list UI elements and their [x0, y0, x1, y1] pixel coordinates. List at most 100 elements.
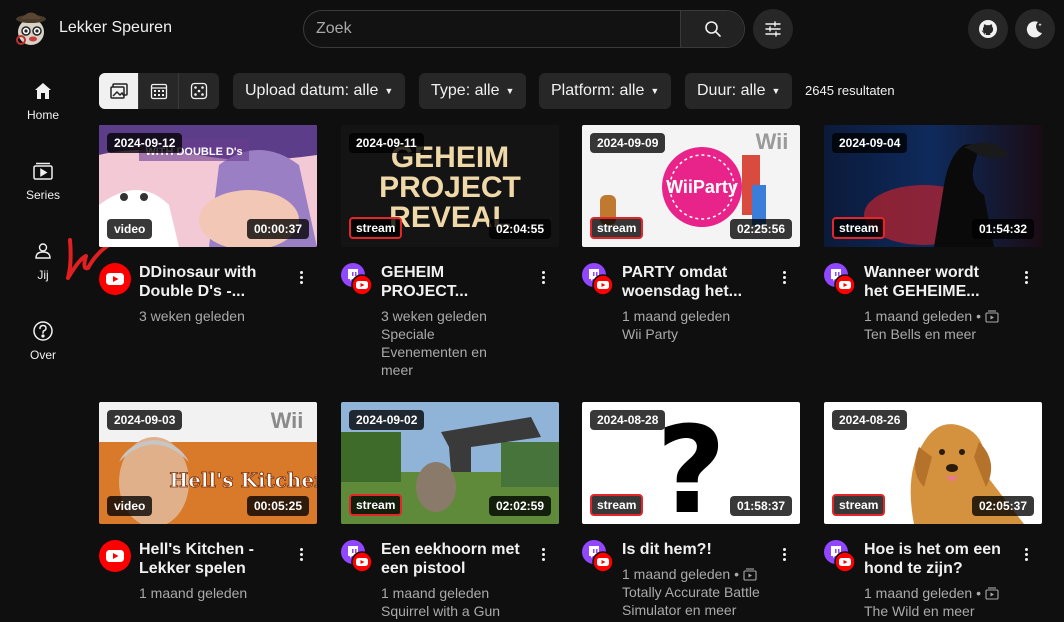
- video-thumbnail[interactable]: GEHEIM PROJECT REVEAL 2024-09-11 stream …: [341, 125, 559, 247]
- video-thumbnail[interactable]: ? 2024-08-28 stream 01:58:37: [582, 402, 800, 524]
- twitch-youtube-icon: [582, 263, 614, 295]
- duration-badge: 00:00:37: [246, 219, 309, 239]
- theme-toggle-button[interactable]: [1015, 9, 1055, 49]
- duration-badge: 02:02:59: [488, 496, 551, 516]
- more-options-button[interactable]: [535, 544, 551, 564]
- more-options-button[interactable]: [293, 544, 309, 564]
- video-info: Is dit hem?! 1 maand geleden • Totally A…: [582, 540, 800, 619]
- platform-filter[interactable]: Platform: alle ▼: [539, 73, 672, 109]
- video-card[interactable]: 2024-09-04 stream 01:54:32 Wanneer wordt…: [824, 125, 1042, 343]
- video-card[interactable]: ? 2024-08-28 stream 01:58:37 Is dit hem?…: [582, 402, 800, 619]
- video-info: GEHEIM PROJECT... 3 weken geleden Special…: [341, 263, 559, 379]
- video-title[interactable]: GEHEIM PROJECT...: [381, 263, 533, 301]
- duration-badge: 02:04:55: [488, 219, 551, 239]
- twitch-youtube-icon: [824, 263, 856, 295]
- video-thumbnail[interactable]: Wii Hell's Kitchen 2024-09-03 video 00:0…: [99, 402, 317, 524]
- sidebar-item-home[interactable]: Home: [0, 72, 86, 136]
- video-thumbnail[interactable]: 2024-09-02 stream 02:02:59: [341, 402, 559, 524]
- calendar-view-button[interactable]: [139, 73, 179, 109]
- upload-date-filter-label: Upload datum: alle: [245, 82, 379, 99]
- video-title[interactable]: Hoe is het om een hond te zijn?: [864, 540, 1016, 578]
- sidebar-item-series[interactable]: Series: [0, 152, 86, 216]
- upload-date-badge: 2024-09-11: [349, 133, 424, 153]
- github-icon: [979, 20, 997, 38]
- caret-down-icon: ▼: [650, 86, 660, 96]
- video-thumbnail[interactable]: 2024-08-26 stream 02:05:37: [824, 402, 1042, 524]
- video-age-row: 1 maand geleden •: [622, 565, 774, 583]
- caret-down-icon: ▼: [505, 86, 515, 96]
- video-info: Een eekhoorn met een pistool 1 maand gele…: [341, 540, 559, 620]
- more-options-button[interactable]: [1018, 544, 1034, 564]
- series-tv-icon: [985, 310, 999, 323]
- sidebar-item-label: Jij: [37, 268, 49, 282]
- series-name[interactable]: Totally Accurate Battle Simulator en meer: [622, 583, 774, 619]
- video-card[interactable]: 2024-08-26 stream 02:05:37 Hoe is het om…: [824, 402, 1042, 620]
- thumbnail-text: ?: [656, 402, 726, 524]
- more-options-button[interactable]: [776, 544, 792, 564]
- video-age: 1 maand geleden: [139, 585, 248, 601]
- github-button[interactable]: [968, 9, 1008, 49]
- search-input[interactable]: [304, 11, 680, 47]
- duration-filter[interactable]: Duur: alle ▼: [685, 73, 793, 109]
- video-title[interactable]: Wanneer wordt het GEHEIME...: [864, 263, 1016, 301]
- video-card[interactable]: WiiParty Wii 2024-09-09 stream 02:25:56 …: [582, 125, 800, 343]
- more-options-button[interactable]: [1018, 267, 1034, 287]
- video-card[interactable]: 2024-09-02 stream 02:02:59 Een eekhoorn …: [341, 402, 559, 620]
- more-options-button[interactable]: [293, 267, 309, 287]
- search-bar: [303, 10, 745, 48]
- video-thumbnail[interactable]: 2024-09-04 stream 01:54:32: [824, 125, 1042, 247]
- app-title[interactable]: Lekker Speuren: [59, 19, 172, 37]
- detective-mascot-logo[interactable]: [12, 8, 50, 48]
- video-thumbnail[interactable]: WITH DOUBLE D's 2024-09-12 video 00:00:3…: [99, 125, 317, 247]
- video-title[interactable]: Hell's Kitchen - Lekker spelen: [139, 540, 291, 578]
- search-button[interactable]: [680, 11, 744, 47]
- type-badge: video: [107, 496, 153, 516]
- type-badge: stream: [349, 217, 403, 239]
- type-badge: video: [107, 219, 153, 239]
- series-tv-icon: [985, 587, 999, 600]
- video-thumbnail[interactable]: WiiParty Wii 2024-09-09 stream 02:25:56: [582, 125, 800, 247]
- filters-button[interactable]: [753, 9, 793, 49]
- thumbnail-text: Wii: [271, 408, 304, 433]
- video-age-row: 1 maand geleden •: [864, 307, 1016, 325]
- duration-filter-label: Duur: alle: [697, 82, 766, 99]
- duration-badge: 02:05:37: [971, 496, 1034, 516]
- twitch-youtube-icon: [824, 540, 856, 572]
- video-age: 1 maand geleden: [864, 308, 973, 324]
- series-name[interactable]: Squirrel with a Gun: [381, 602, 533, 620]
- type-badge: stream: [832, 217, 886, 239]
- thumbnail-text: Wii: [756, 129, 789, 154]
- sidebar-item-over[interactable]: Over: [0, 312, 86, 376]
- series-icon: [33, 162, 53, 180]
- video-card[interactable]: WITH DOUBLE D's 2024-09-12 video 00:00:3…: [99, 125, 317, 325]
- youtube-icon: [99, 540, 131, 572]
- upload-date-filter[interactable]: Upload datum: alle ▼: [233, 73, 406, 109]
- upload-date-badge: 2024-09-09: [590, 133, 666, 153]
- sliders-icon: [765, 21, 781, 37]
- video-title[interactable]: DDinosaur with Double D's -...: [139, 263, 291, 301]
- sidebar-item-label: Over: [29, 348, 56, 362]
- series-name[interactable]: The Wild en meer: [864, 602, 1016, 620]
- series-name[interactable]: Speciale Evenementen en meer: [381, 325, 533, 379]
- video-title[interactable]: Een eekhoorn met een pistool: [381, 540, 533, 578]
- thumbnail-grid-icon: [109, 83, 128, 99]
- grid-view-button[interactable]: [99, 73, 139, 109]
- video-title[interactable]: PARTY omdat woensdag het...: [622, 263, 774, 301]
- random-view-button[interactable]: [179, 73, 219, 109]
- type-badge: stream: [349, 494, 403, 516]
- dice-icon: [190, 82, 208, 100]
- video-card[interactable]: Wii Hell's Kitchen 2024-09-03 video 00:0…: [99, 402, 317, 602]
- more-options-button[interactable]: [535, 267, 551, 287]
- thumbnail-text: Hell's Kitchen: [169, 468, 317, 492]
- video-title[interactable]: Is dit hem?!: [622, 540, 774, 559]
- series-name[interactable]: Wii Party: [622, 325, 774, 343]
- type-filter[interactable]: Type: alle ▼: [419, 73, 527, 109]
- series-name[interactable]: Ten Bells en meer: [864, 325, 1016, 343]
- video-info: Hell's Kitchen - Lekker spelen 1 maand ge…: [99, 540, 317, 602]
- caret-down-icon: ▼: [384, 86, 394, 96]
- more-options-button[interactable]: [776, 267, 792, 287]
- thumbnail-text: PROJECT: [379, 171, 521, 204]
- video-age: 3 weken geleden: [139, 308, 245, 324]
- upload-date-badge: 2024-08-28: [590, 410, 666, 430]
- video-card[interactable]: GEHEIM PROJECT REVEAL 2024-09-11 stream …: [341, 125, 559, 379]
